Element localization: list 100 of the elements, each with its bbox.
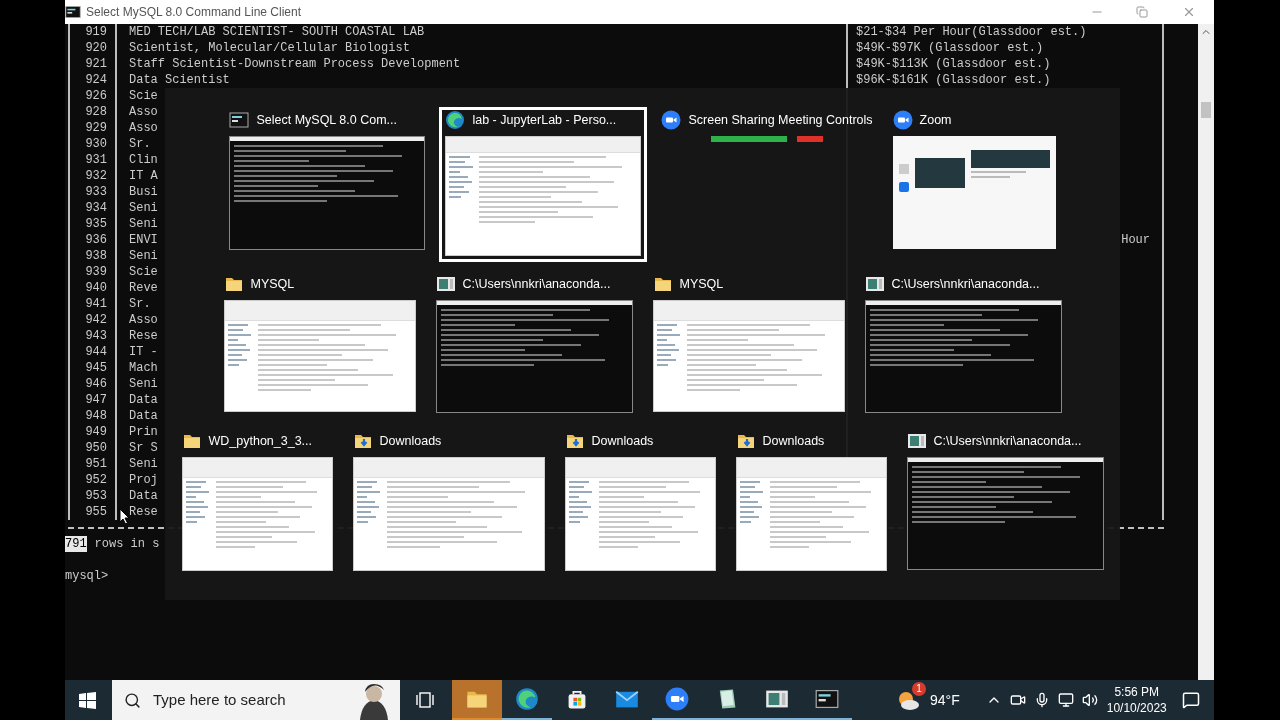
salary-estimate: $49K-$113K (Glassdoor est.) — [856, 56, 1051, 72]
row-id: 930 — [84, 136, 108, 152]
row-id: 931 — [84, 152, 108, 168]
clock[interactable]: 5:56 PM 10/10/2023 — [1107, 684, 1166, 716]
row-id: 943 — [84, 328, 108, 344]
row-id: 920 — [84, 40, 108, 56]
window-switcher-tile[interactable]: C:\Users\nnkri\anaconda... — [858, 271, 1068, 419]
terminal-icon — [815, 687, 839, 711]
job-title: IT - — [129, 345, 158, 359]
row-id: 941 — [84, 296, 108, 312]
row-id: 934 — [84, 200, 108, 216]
job-title: Data — [129, 393, 158, 407]
windows-start-icon[interactable] — [79, 691, 96, 709]
row-id: 935 — [84, 216, 108, 232]
salary-estimate: $21-$34 Per Hour(Glassdoor est.) — [856, 24, 1087, 40]
row-id: 939 — [84, 264, 108, 280]
window-switcher-tile[interactable]: C:\Users\nnkri\anaconda... — [900, 428, 1110, 576]
search-input[interactable]: Type here to search — [153, 688, 323, 712]
task-view-icon[interactable] — [416, 691, 434, 709]
browser-icon — [515, 687, 539, 711]
browser-icon — [445, 110, 466, 130]
job-title: Rese — [129, 329, 158, 343]
terminal-icon — [65, 4, 81, 20]
row-id: 929 — [84, 120, 108, 136]
row-id: 951 — [84, 456, 108, 472]
row-id: 936 — [84, 232, 108, 248]
network-icon[interactable] — [1057, 692, 1074, 708]
window-switcher-tile[interactable]: WD_python_3_3... — [175, 428, 339, 577]
row-id: 940 — [84, 280, 108, 296]
video-camera-icon — [665, 687, 689, 711]
row-id: 945 — [84, 360, 108, 376]
row-id: 921 — [84, 56, 108, 72]
job-title: Asso — [129, 105, 158, 119]
row-id: 924 — [84, 72, 108, 88]
job-title: Data — [129, 489, 158, 503]
row-id: 938 — [84, 248, 108, 264]
command-prompt: mysql> — [65, 568, 109, 584]
close-icon[interactable] — [1182, 5, 1196, 19]
video-camera-icon — [661, 110, 682, 130]
job-title: Data Scientist — [129, 73, 230, 87]
job-title: IT A — [129, 169, 158, 183]
window-switcher-tile[interactable]: C:\Users\nnkri\anaconda... — [429, 271, 639, 419]
job-title: Data — [129, 409, 158, 423]
job-title: Prin — [129, 425, 158, 439]
job-title: Seni — [129, 457, 158, 471]
row-id: 949 — [84, 424, 108, 440]
row-id: 926 — [84, 88, 108, 104]
window-icon — [435, 274, 456, 294]
volume-icon[interactable] — [1081, 692, 1098, 708]
window-switcher-tile[interactable]: Zoom — [886, 107, 1062, 255]
job-title: Mach — [129, 361, 158, 375]
window-switcher-tile[interactable]: Downloads — [558, 428, 722, 577]
window-title: Select MySQL 8.0 Command Line Client — [86, 4, 301, 21]
scrollbar[interactable] — [1198, 24, 1214, 680]
window-switcher-tile[interactable]: Downloads — [729, 428, 893, 577]
job-title: Reve — [129, 281, 158, 295]
job-title: Asso — [129, 313, 158, 327]
window-icon — [906, 431, 927, 451]
scrollbar-thumb[interactable] — [1201, 102, 1211, 118]
video-camera-icon[interactable] — [1009, 692, 1026, 708]
salary-estimate: $96K-$161K (Glassdoor est.) — [856, 72, 1051, 88]
salary-estimate: Hour — [1121, 232, 1150, 248]
window-icon — [864, 274, 885, 294]
row-id: 948 — [84, 408, 108, 424]
terminal-icon — [229, 110, 250, 130]
salary-estimate: $49K-$97K (Glassdoor est.) — [856, 40, 1044, 56]
job-title: Sr. — [129, 297, 151, 311]
mouse-cursor-icon — [119, 508, 130, 525]
job-title: Seni — [129, 377, 158, 391]
window-switcher-tile[interactable]: Downloads — [346, 428, 551, 577]
clock-date: 10/10/2023 — [1106, 700, 1167, 716]
temperature: 94°F — [930, 690, 960, 710]
notifications-icon[interactable] — [1181, 691, 1200, 709]
job-title: Sr S — [129, 441, 158, 455]
row-id: 955 — [84, 504, 108, 520]
window-switcher-tile[interactable]: Select MySQL 8.0 Com... — [223, 107, 432, 256]
window-switcher-tile[interactable]: MYSQL — [217, 271, 422, 418]
job-title: Seni — [129, 217, 158, 231]
row-id: 953 — [84, 488, 108, 504]
job-title: MED TECH/LAB SCIENTIST- SOUTH COASTAL LAB — [129, 25, 425, 39]
row-id: 919 — [84, 24, 108, 40]
job-title: Asso — [129, 121, 158, 135]
window-switcher-tile[interactable]: lab - JupyterLab - Perso... — [439, 107, 648, 262]
job-title: Proj — [129, 473, 158, 487]
result-text: rows in s — [94, 536, 160, 552]
window-switcher-tile[interactable]: Screen Sharing Meeting Controls — [655, 107, 879, 148]
row-id: 942 — [84, 312, 108, 328]
row-id: 928 — [84, 104, 108, 120]
row-id: 932 — [84, 168, 108, 184]
job-title: Scie — [129, 265, 158, 279]
video-camera-icon — [892, 110, 913, 130]
job-title: Busi — [129, 185, 158, 199]
row-id: 933 — [84, 184, 108, 200]
job-title: Staff Scientist-Downstream Process Development — [129, 57, 461, 71]
row-id: 944 — [84, 344, 108, 360]
job-title: Seni — [129, 249, 158, 263]
row-count: 791 — [65, 536, 87, 552]
window-switcher-tile[interactable]: MYSQL — [646, 271, 851, 418]
job-title: Rese — [129, 505, 158, 519]
job-title: Sr. — [129, 137, 151, 151]
